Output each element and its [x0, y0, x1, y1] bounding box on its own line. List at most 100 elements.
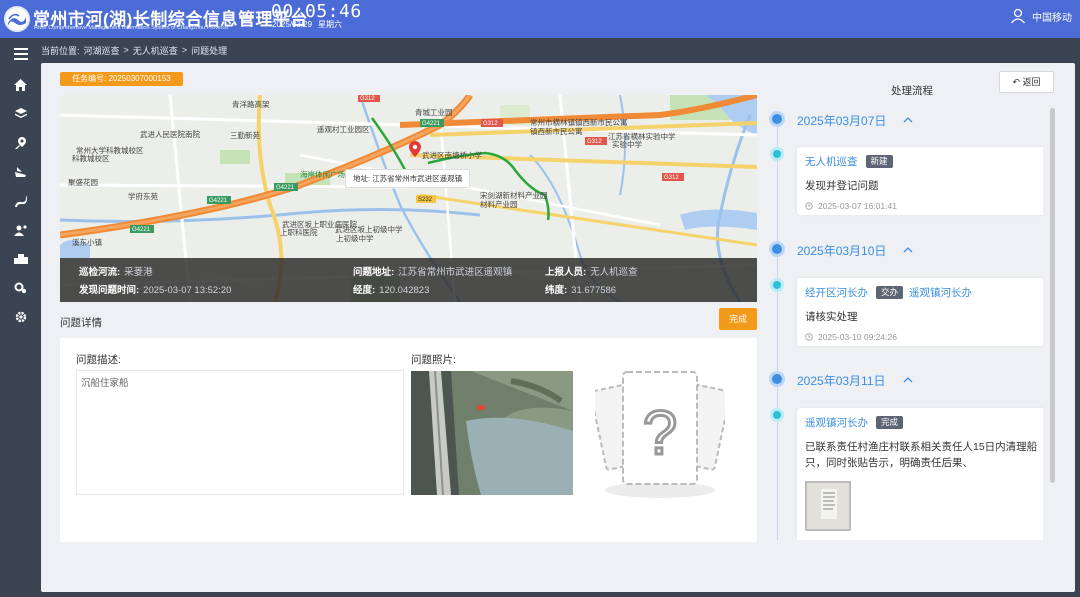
svg-text:上初级中学: 上初级中学 — [336, 233, 374, 243]
back-arrow-icon: ↶ — [1012, 77, 1020, 87]
timeline-date: 2025年03月11日 — [797, 374, 886, 388]
svg-text:遥观村工业园区: 遥观村工业园区 — [317, 124, 370, 134]
main-area: 当前位置: 河湖巡查 > 无人机巡查 > 问题处理 任务编号: 20250307… — [41, 38, 1080, 597]
info-river: 巡检河流: 采菱港 — [79, 267, 153, 278]
scrollbar[interactable] — [1050, 108, 1055, 483]
attachment-image[interactable] — [805, 481, 851, 531]
svg-text:海岸体闲广场: 海岸体闲广场 — [300, 169, 345, 179]
svg-text:G312: G312 — [664, 175, 679, 181]
description-textarea[interactable]: 沉船住家船 — [76, 370, 404, 495]
map-view[interactable]: G312 G4221 G312 G312 G312 S232 G4221 G42… — [60, 95, 757, 302]
svg-text:武进区坂上初级中学: 武进区坂上初级中学 — [335, 224, 403, 234]
process-flow-panel: ↶ 返回 处理流程 2025年03月07日 无人机巡查 新建 发现并登记问题 20… — [763, 71, 1060, 581]
menu-icon[interactable] — [0, 38, 41, 70]
detail-box: 问题描述: 沉船住家船 问题照片: ? — [60, 338, 757, 542]
flow-title: 处理流程 — [891, 85, 933, 97]
user-location-icon[interactable] — [0, 215, 41, 244]
svg-text:武进区南塘桥小学: 武进区南塘桥小学 — [422, 150, 482, 160]
chevron-up-icon[interactable] — [903, 246, 913, 253]
info-latitude: 纬度: 31.677586 — [545, 285, 617, 296]
weekday: 星期六 — [318, 20, 343, 29]
app-subtitle: River Comprehensive Management Informati… — [34, 25, 229, 31]
home-icon[interactable] — [0, 70, 41, 99]
user-menu[interactable]: 中国移动 — [1010, 8, 1072, 24]
map-road-label: G4221 — [132, 227, 151, 233]
timeline-card: 遥观镇河长办 完成 已联系责任村渔庄村联系相关责任人15日内清理船只，同时张贴告示… — [797, 408, 1043, 540]
layers-icon[interactable] — [0, 99, 41, 128]
gear-icon[interactable] — [0, 302, 41, 331]
photo-label: 问题照片: — [411, 354, 456, 366]
svg-text:科教城校区: 科教城校区 — [72, 153, 110, 163]
river-icon[interactable] — [0, 186, 41, 215]
problem-panel: 任务编号: 20250307000153 G312 G4221 G312 G31… — [60, 72, 757, 542]
status-tag: 交办 — [876, 286, 904, 299]
svg-text:聚盛花园: 聚盛花园 — [68, 177, 98, 187]
card-text: 已联系责任村渔庄村联系相关责任人15日内清理船只，同时张贴告示，明确责任后果、 — [805, 441, 1038, 469]
content-panel: 任务编号: 20250307000153 G312 G4221 G312 G31… — [41, 63, 1075, 592]
card-who[interactable]: 无人机巡查 — [805, 154, 858, 169]
map-road-label: G4221 — [422, 121, 441, 127]
svg-text:G312: G312 — [587, 139, 602, 145]
breadcrumb-separator: > — [181, 45, 188, 55]
card-assignee[interactable]: 遥观镇河长办 — [909, 285, 972, 300]
svg-text:常州市横林镇镇西新市民公寓: 常州市横林镇镇西新市民公寓 — [530, 117, 628, 127]
timeline-dot — [770, 147, 784, 161]
logo — [4, 6, 30, 32]
timeline-date-dot — [769, 241, 785, 257]
user-name: 中国移动 — [1032, 12, 1072, 24]
chevron-up-icon[interactable] — [903, 116, 913, 123]
detail-title: 问题详情 — [60, 317, 102, 329]
svg-text:上职科医院: 上职科医院 — [280, 227, 318, 237]
map-road-label: G312 — [360, 96, 375, 102]
breadcrumb-item[interactable]: 无人机巡查 — [133, 44, 178, 57]
date-line: 2025/03/29 星期六 — [272, 19, 342, 30]
back-label: 返回 — [1022, 77, 1041, 87]
card-who[interactable]: 经开区河长办 — [805, 285, 868, 300]
card-time: 2025-03-10 09:24:26 — [805, 332, 1041, 342]
map-road-label: G312 — [483, 121, 498, 127]
svg-text:?: ? — [643, 399, 677, 468]
timeline-dot — [770, 278, 784, 292]
breadcrumb-item[interactable]: 河湖巡查 — [84, 44, 120, 57]
map-address-tooltip: 地址: 江苏省常州市武进区遥观镇 — [345, 169, 471, 188]
location-icon[interactable] — [0, 128, 41, 157]
card-text: 发现并登记问题 — [805, 180, 879, 192]
svg-text:材料产业园: 材料产业园 — [480, 199, 518, 209]
timeline-dot — [770, 408, 784, 422]
card-text: 请核实处理 — [805, 311, 858, 323]
status-tag: 新建 — [865, 155, 893, 168]
info-address: 问题地址: 江苏省常州市武进区遥观镇 — [353, 267, 513, 278]
timeline-line — [777, 122, 778, 540]
timeline[interactable]: 2025年03月07日 无人机巡查 新建 发现并登记问题 2025-03-07 1… — [763, 100, 1043, 540]
description-label: 问题描述: — [76, 354, 121, 366]
top-bar: 常州市河(湖)长制综合信息管理平台 River Comprehensive Ma… — [0, 0, 1080, 38]
timeline-date-dot — [769, 371, 785, 387]
map-road-label: S232 — [418, 197, 433, 203]
svg-text:武进人民医院南院: 武进人民医院南院 — [140, 129, 200, 139]
back-button[interactable]: ↶ 返回 — [999, 71, 1054, 93]
complete-button[interactable]: 完成 — [719, 308, 757, 330]
problem-photo[interactable] — [411, 371, 573, 495]
timeline-date: 2025年03月07日 — [797, 114, 887, 128]
sidebar — [0, 38, 41, 597]
card-time: 2025-03-07 16:01:41 — [805, 201, 1041, 211]
svg-text:三勤新苑: 三勤新苑 — [230, 130, 260, 140]
info-longitude: 经度: 120.042823 — [353, 285, 430, 296]
clock-icon — [805, 333, 813, 341]
svg-text:G4221: G4221 — [209, 198, 228, 204]
timeline-card: 经开区河长办 交办 遥观镇河长办 请核实处理 2025-03-10 09:24:26 — [797, 278, 1043, 346]
svg-text:实验中学: 实验中学 — [612, 139, 642, 149]
info-reporter: 上报人员: 无人机巡查 — [545, 267, 638, 278]
timeline-date-dot — [769, 111, 785, 127]
svg-text:青洋路高架: 青洋路高架 — [232, 99, 270, 109]
chevron-up-icon[interactable] — [903, 376, 913, 383]
settings-gear-icon[interactable] — [0, 273, 41, 302]
map-road-label: G4221 — [276, 185, 295, 191]
building-icon[interactable] — [0, 244, 41, 273]
status-tag: 完成 — [876, 416, 904, 429]
card-who[interactable]: 遥观镇河长办 — [805, 415, 868, 430]
info-found-time: 发现问题时间: 2025-03-07 13:52:20 — [79, 285, 232, 296]
svg-text:学府东苑: 学府东苑 — [128, 191, 158, 201]
svg-text:青城工业园: 青城工业园 — [415, 107, 453, 117]
boat-icon[interactable] — [0, 157, 41, 186]
